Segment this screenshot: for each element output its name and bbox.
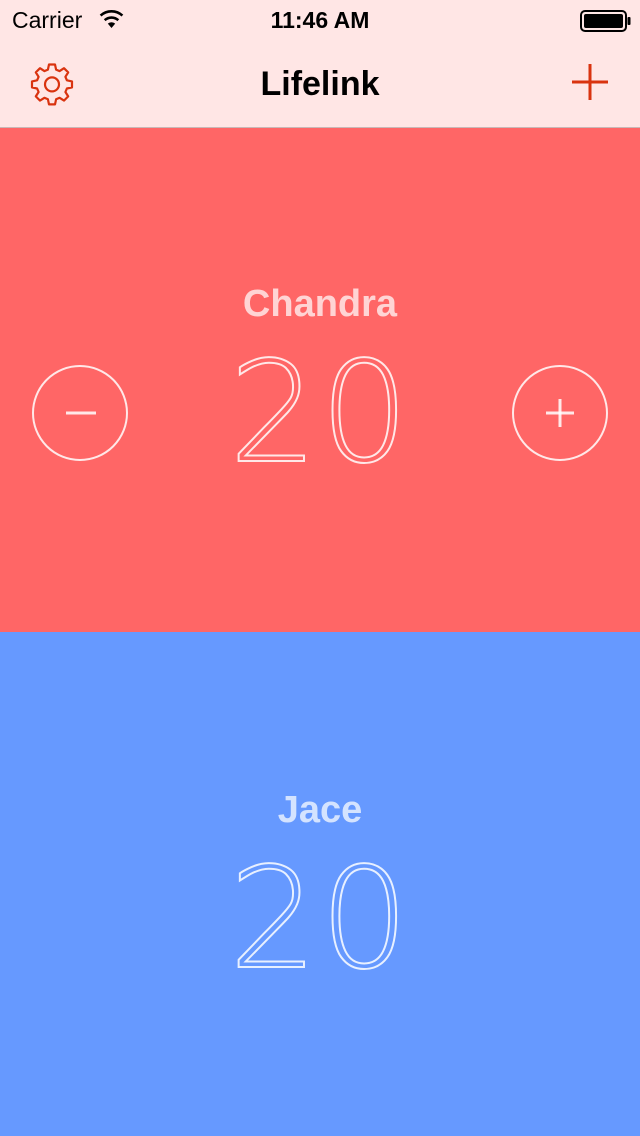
- add-player-button[interactable]: [566, 58, 614, 106]
- app-screen: Carrier 11:46 AM Lifelink Chandra 20 Jac…: [0, 0, 640, 1136]
- navigation-bar: Lifelink: [0, 40, 640, 128]
- battery-icon: [580, 10, 631, 32]
- increment-life-button[interactable]: [512, 365, 608, 461]
- page-title: Lifelink: [260, 65, 380, 103]
- status-bar: Carrier 11:46 AM: [0, 0, 640, 40]
- player-panel-jace[interactable]: Jace 20: [0, 632, 640, 1136]
- life-total: 20: [228, 838, 412, 1001]
- plus-icon: [546, 399, 574, 427]
- player-name: Chandra: [242, 283, 398, 325]
- top-bar: Carrier 11:46 AM Lifelink: [0, 0, 640, 128]
- status-time: 11:46 AM: [270, 7, 370, 33]
- plus-icon: [572, 64, 608, 100]
- player-name: Jace: [277, 789, 363, 831]
- player-panel-chandra[interactable]: Chandra 20: [0, 128, 640, 632]
